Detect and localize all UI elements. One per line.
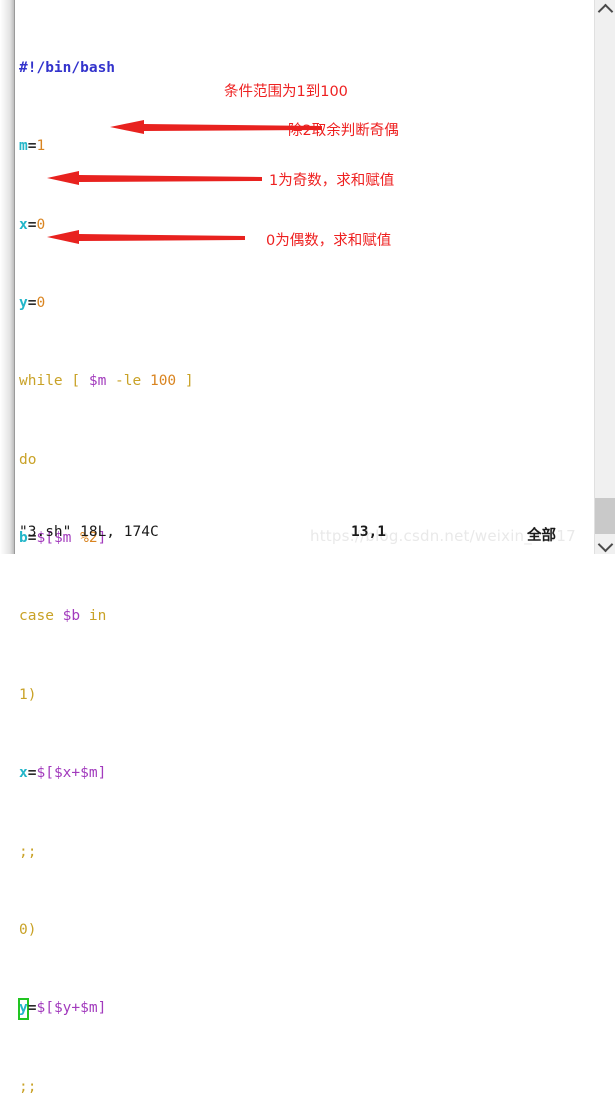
code-line-5[interactable]: while [ $m -le 100 ] bbox=[19, 372, 594, 392]
token-case-label-0: 0) bbox=[19, 921, 37, 938]
code-line-12[interactable]: 0) bbox=[19, 921, 594, 941]
code-line-1[interactable]: #!/bin/bash bbox=[19, 59, 594, 79]
status-cursor-position: 13,1 bbox=[351, 524, 386, 540]
token-number: 100 bbox=[149, 373, 177, 390]
token-var-ref: $b bbox=[62, 608, 81, 625]
token-variable: y bbox=[19, 294, 28, 311]
token-number: 0 bbox=[36, 294, 46, 311]
code-line-14[interactable]: ;; bbox=[19, 1078, 594, 1098]
token-operator-le: -le bbox=[106, 373, 150, 390]
annotation-arrow-even-case bbox=[47, 230, 245, 244]
code-line-4[interactable]: y=0 bbox=[19, 294, 594, 314]
code-line-2[interactable]: m=1 bbox=[19, 137, 594, 157]
annotation-note-modulo: 除2取余判断奇偶 bbox=[288, 123, 399, 139]
scrollbar-thumb[interactable] bbox=[595, 498, 615, 534]
token-case-end: ;; bbox=[19, 843, 37, 860]
chevron-down-icon bbox=[597, 536, 614, 553]
code-line-6[interactable]: do bbox=[19, 451, 594, 471]
code-line-13[interactable]: y=$[$y+$m] bbox=[18, 998, 594, 1020]
code-line-8[interactable]: case $b in bbox=[19, 607, 594, 627]
token-var-ref: $x+$m bbox=[53, 765, 98, 782]
token-number: 0 bbox=[36, 216, 46, 233]
code-buffer[interactable]: #!/bin/bash m=1 x=0 y=0 while [ $m -le 1… bbox=[18, 0, 594, 1095]
scrollbar-down-button[interactable] bbox=[595, 536, 615, 554]
annotation-note-even-case: 0为偶数，求和赋值 bbox=[266, 233, 392, 249]
token-var-ref: $m bbox=[88, 373, 107, 390]
annotation-note-while-range: 条件范围为1到100 bbox=[224, 84, 348, 100]
status-scroll-state: 全部 bbox=[527, 528, 556, 544]
code-line-10[interactable]: x=$[$x+$m] bbox=[19, 764, 594, 784]
token-keyword-case: case bbox=[19, 608, 63, 625]
token-variable: x bbox=[19, 216, 28, 233]
token-arith-open: $[ bbox=[36, 765, 54, 782]
annotation-arrow-odd-case bbox=[47, 171, 262, 185]
vim-block-cursor[interactable]: y bbox=[18, 998, 29, 1020]
window-left-shadow bbox=[0, 0, 14, 554]
vim-terminal-window: #!/bin/bash m=1 x=0 y=0 while [ $m -le 1… bbox=[0, 0, 615, 1095]
vim-status-bar: "3.sh" 18L, 174C 13,1 全部 bbox=[19, 524, 594, 548]
code-line-9[interactable]: 1) bbox=[19, 686, 594, 706]
annotation-note-odd-case: 1为奇数，求和赋值 bbox=[269, 173, 395, 189]
token-variable: x bbox=[19, 765, 28, 782]
vertical-scrollbar[interactable] bbox=[594, 0, 615, 554]
token-arith-open: $[ bbox=[36, 1000, 54, 1017]
token-var-ref: $y+$m bbox=[53, 1000, 98, 1017]
code-line-1-text: #!/bin/bash bbox=[19, 59, 116, 76]
token-number: 1 bbox=[36, 138, 46, 155]
token-variable: m bbox=[19, 138, 28, 155]
token-keyword-do: do bbox=[19, 451, 37, 468]
token-case-end: ;; bbox=[19, 1078, 37, 1095]
scrollbar-up-button[interactable] bbox=[595, 0, 615, 20]
status-file-info: "3.sh" 18L, 174C bbox=[19, 524, 159, 540]
token-keyword-while: while [ bbox=[19, 373, 89, 390]
window-left-border bbox=[14, 0, 15, 554]
token-keyword-in: in bbox=[80, 608, 107, 625]
token-operator: = bbox=[27, 765, 37, 782]
code-line-11[interactable]: ;; bbox=[19, 843, 594, 863]
token-arith-close: ] bbox=[97, 1000, 107, 1017]
token-operator: = bbox=[27, 1000, 37, 1017]
token-bracket: ] bbox=[176, 373, 194, 390]
chevron-up-icon bbox=[597, 3, 614, 20]
token-case-label-1: 1) bbox=[19, 686, 37, 703]
token-arith-close: ] bbox=[97, 765, 107, 782]
